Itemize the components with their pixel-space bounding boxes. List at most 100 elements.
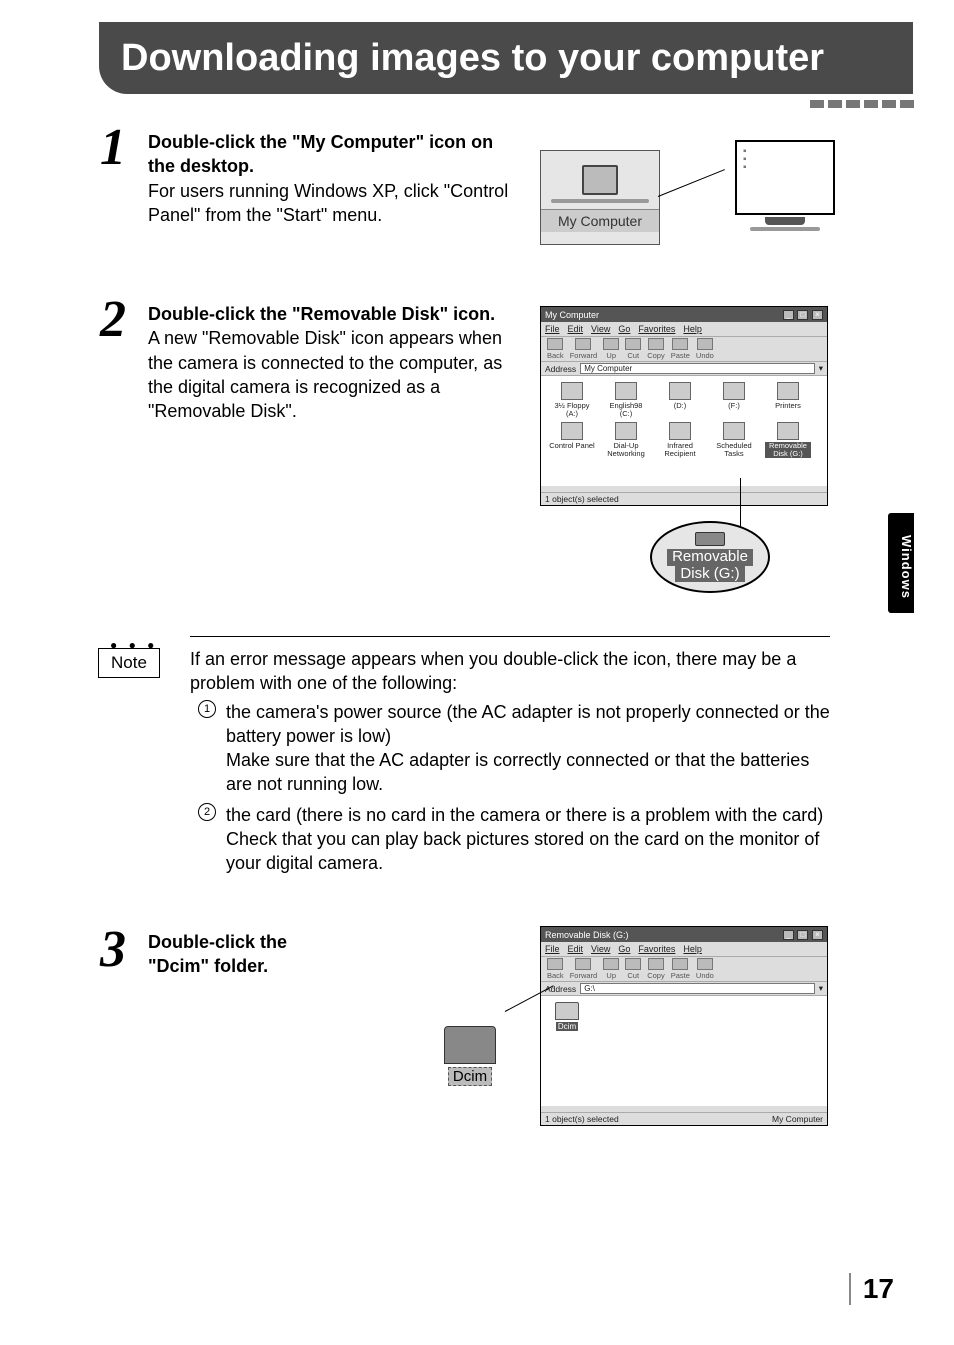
- printers-folder: Printers: [765, 382, 811, 418]
- note-item-1: 1 the camera's power source (the AC adap…: [198, 700, 830, 797]
- minimize-icon: _: [783, 930, 794, 940]
- tb-paste: Paste: [671, 958, 690, 980]
- note-intro: If an error message appears when you dou…: [190, 649, 796, 693]
- tb-up: Up: [603, 338, 619, 360]
- maximize-icon: □: [797, 310, 808, 320]
- note-item-1a: the camera's power source (the AC adapte…: [226, 702, 830, 746]
- maximize-icon: □: [797, 930, 808, 940]
- leader-line: [658, 169, 725, 197]
- step-1-number: 1: [100, 118, 126, 177]
- titlebar: My Computer _ □ ×: [541, 307, 827, 322]
- leader-line: [740, 478, 741, 528]
- window-buttons: _ □ ×: [782, 929, 823, 940]
- step-1-body: Double-click the "My Computer" icon on t…: [148, 130, 518, 227]
- address-field: My Computer: [580, 363, 815, 374]
- step-2-bold: Double-click the "Removable Disk" icon.: [148, 304, 495, 324]
- circled-1-icon: 1: [198, 700, 216, 718]
- menu-view: View: [591, 944, 610, 954]
- my-computer-label: My Computer: [541, 209, 659, 232]
- menu-file: File: [545, 324, 560, 334]
- callout-l2: Disk (G:): [675, 566, 744, 583]
- dial-up-networking: Dial-Up Networking: [603, 422, 649, 458]
- step-3-bold-l1: Double-click the: [148, 932, 287, 952]
- dcim-folder: Dcim: [547, 1002, 587, 1031]
- tb-cut: Cut: [625, 958, 641, 980]
- step-3-body: Double-click the "Dcim" folder.: [148, 930, 408, 979]
- status-right: My Computer: [772, 1114, 823, 1124]
- step-2-body: Double-click the "Removable Disk" icon. …: [148, 302, 526, 423]
- status-bar: 1 object(s) selected: [541, 492, 827, 505]
- my-computer-desktop-icon: My Computer: [540, 150, 660, 245]
- tb-undo: Undo: [696, 338, 714, 360]
- step-3-number: 3: [100, 920, 126, 979]
- tb-forward: Forward: [570, 338, 598, 360]
- dcim-callout-label: Dcim: [448, 1067, 492, 1086]
- page-number: 17: [849, 1273, 894, 1305]
- dropdown-icon: ▾: [819, 983, 823, 994]
- tb-copy: Copy: [647, 958, 665, 980]
- removable-disk-callout: Removable Disk (G:): [650, 521, 770, 593]
- removable-disk-window: Removable Disk (G:) _ □ × File Edit View…: [540, 926, 828, 1126]
- note-item-2b: Check that you can play back pictures st…: [226, 829, 819, 873]
- close-icon: ×: [812, 930, 823, 940]
- drive-c: English98 (C:): [603, 382, 649, 418]
- illustration-step-2: My Computer _ □ × File Edit View Go Favo…: [540, 306, 830, 606]
- drive-f: (F:): [711, 382, 757, 418]
- content-area: 3½ Floppy (A:) English98 (C:) (D:) (F:) …: [541, 376, 827, 486]
- tb-back: Back: [547, 958, 564, 980]
- menu-file: File: [545, 944, 560, 954]
- toolbar: Back Forward Up Cut Copy Paste Undo: [541, 336, 827, 362]
- dropdown-icon: ▾: [819, 363, 823, 374]
- illustration-step-3: Removable Disk (G:) _ □ × File Edit View…: [540, 926, 830, 1136]
- side-tab-windows: Windows: [888, 513, 914, 613]
- drive-icon: [695, 532, 725, 546]
- tb-forward: Forward: [570, 958, 598, 980]
- menu-favorites: Favorites: [638, 944, 675, 954]
- address-label: Address: [545, 364, 576, 374]
- content-area: Dcim: [541, 996, 827, 1106]
- menu-help: Help: [683, 324, 702, 334]
- folder-icon: [555, 1002, 579, 1020]
- folder-icon: [444, 1026, 496, 1064]
- titlebar: Removable Disk (G:) _ □ ×: [541, 927, 827, 942]
- drive-floppy: 3½ Floppy (A:): [549, 382, 595, 418]
- decor-squares: [810, 100, 914, 108]
- decor-shadow: [551, 199, 649, 203]
- menubar: File Edit View Go Favorites Help: [541, 942, 827, 956]
- status-left: 1 object(s) selected: [545, 1114, 619, 1124]
- menu-edit: Edit: [568, 324, 584, 334]
- computer-icon: [582, 165, 618, 195]
- menu-view: View: [591, 324, 610, 334]
- step-3-bold-l2: "Dcim" folder.: [148, 956, 268, 976]
- menubar: File Edit View Go Favorites Help: [541, 322, 827, 336]
- tb-paste: Paste: [671, 338, 690, 360]
- menu-edit: Edit: [568, 944, 584, 954]
- circled-2-icon: 2: [198, 803, 216, 821]
- step-1-text: For users running Windows XP, click "Con…: [148, 181, 508, 225]
- tb-back: Back: [547, 338, 564, 360]
- note-label-box: Note: [98, 648, 160, 678]
- menu-go: Go: [618, 324, 630, 334]
- drive-d: (D:): [657, 382, 703, 418]
- control-panel: Control Panel: [549, 422, 595, 458]
- menu-help: Help: [683, 944, 702, 954]
- minimize-icon: _: [783, 310, 794, 320]
- chapter-heading: Downloading images to your computer: [99, 22, 913, 94]
- note-item-2a: the card (there is no card in the camera…: [226, 805, 823, 825]
- tb-up: Up: [603, 958, 619, 980]
- window-title: My Computer: [545, 310, 599, 320]
- address-bar: Address G:\ ▾: [541, 982, 827, 996]
- dcim-label: Dcim: [556, 1022, 578, 1031]
- infrared-recipient: Infrared Recipient: [657, 422, 703, 458]
- note-item-2: 2 the card (there is no card in the came…: [198, 803, 830, 876]
- tb-undo: Undo: [696, 958, 714, 980]
- close-icon: ×: [812, 310, 823, 320]
- menu-favorites: Favorites: [638, 324, 675, 334]
- step-2-text: A new "Removable Disk" icon appears when…: [148, 328, 502, 421]
- address-field: G:\: [580, 983, 815, 994]
- toolbar: Back Forward Up Cut Copy Paste Undo: [541, 956, 827, 982]
- monitor-icon: ▪▪▪: [730, 140, 840, 235]
- illustration-step-1: My Computer ▪▪▪: [540, 140, 840, 255]
- step-2-number: 2: [100, 290, 126, 349]
- tb-cut: Cut: [625, 338, 641, 360]
